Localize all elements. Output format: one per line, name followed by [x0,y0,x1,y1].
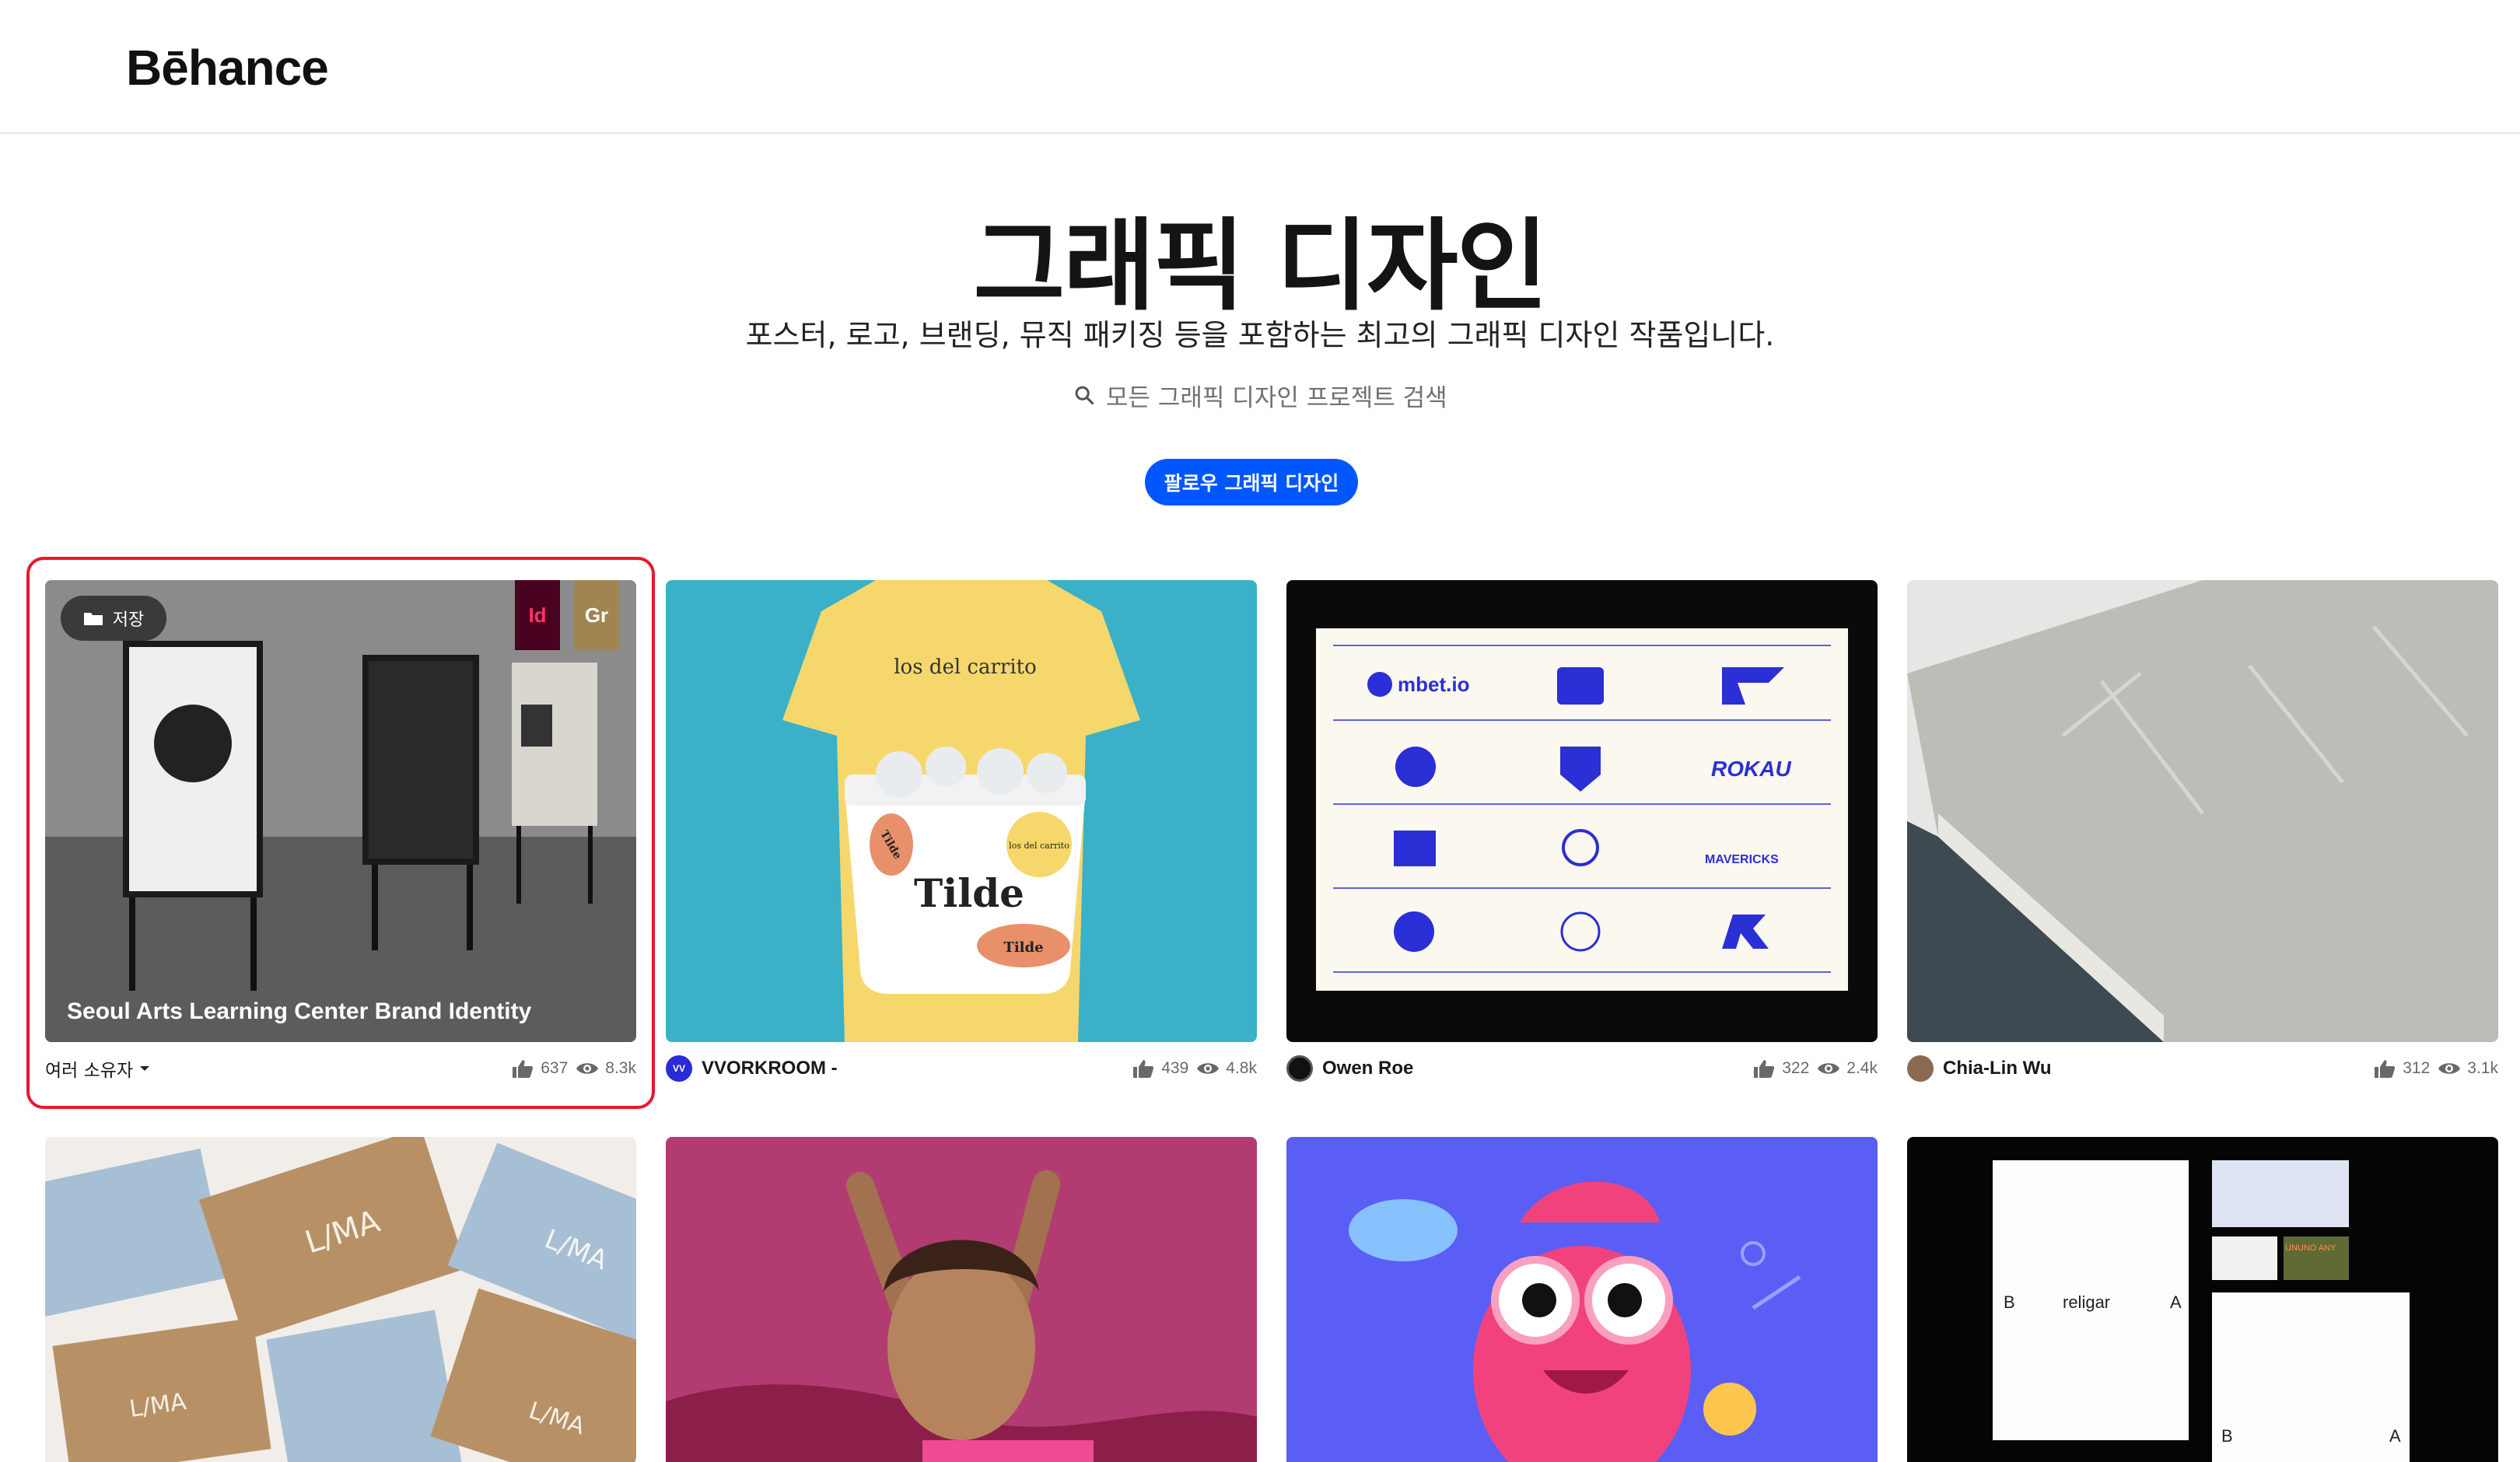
owner-dropdown[interactable]: 여러 소유자 [45,1055,150,1082]
project-image: los del carrito Tilde los del carrito Ti… [666,580,1257,1042]
thumbs-up-icon [1133,1060,1154,1078]
svg-text:A: A [2170,1292,2182,1312]
owner-link[interactable]: Chia-Lin Wu [1907,1055,2052,1082]
search-icon [1075,386,1094,405]
project-image: mbet.io ROKAU MAVERICKS [1286,580,1878,1042]
owner-name: 여러 소유자 [45,1061,134,1081]
svg-text:B: B [2221,1426,2233,1446]
svg-text:B: B [2004,1292,2015,1312]
project-stats: 637 8.3k [511,1058,636,1079]
svg-text:MAVERICKS: MAVERICKS [1705,853,1779,866]
view-count: 8.3k [605,1059,636,1077]
owner-link[interactable]: Owen Roe [1286,1055,1413,1082]
save-button[interactable]: 저장 [61,596,166,641]
project-stats: 439 4.8k [1132,1058,1257,1079]
owner-name: Chia-Lin Wu [1943,1058,2052,1079]
svg-text:A: A [2389,1426,2401,1446]
view-count: 2.4k [1846,1059,1878,1077]
project-thumbnail[interactable]: B religar A UNUNO ANY B A [1907,1137,2498,1462]
project-meta: Chia-Lin Wu 312 3.1k [1907,1053,2498,1084]
svg-text:los del carrito: los del carrito [894,656,1037,679]
view-count: 4.8k [1226,1059,1257,1077]
svg-text:los del carrito: los del carrito [1009,841,1069,851]
owner-name: VVORKROOM - [702,1058,838,1079]
svg-text:mbet.io: mbet.io [1398,673,1469,696]
project-image: B religar A UNUNO ANY B A [1907,1137,2498,1462]
page-title: 그래픽 디자인 [973,208,1548,324]
thumbs-up-icon [1754,1060,1775,1078]
page-subtitle: 포스터, 로고, 브랜딩, 뮤직 패키징 등을 포함하는 최고의 그래픽 디자인… [745,318,1775,352]
project-meta: VV VVORKROOM - 439 4.8k [666,1053,1257,1084]
project-title: Seoul Arts Learning Center Brand Identit… [67,999,532,1024]
project-thumbnail[interactable]: L/MA L/MA L/MA L/MA [45,1137,636,1462]
graphic-design-badge: Gr [574,580,619,650]
svg-text:religar: religar [2063,1292,2110,1312]
project-image: L/MA L/MA L/MA L/MA [45,1137,636,1462]
thumbs-up-icon [513,1060,534,1078]
top-bar: Bēhance [0,0,2520,134]
project-stats: 312 3.1k [2373,1058,2498,1079]
search-link[interactable]: 모든 그래픽 디자인 프로젝트 검색 [1073,376,1447,414]
like-count: 322 [1782,1059,1810,1077]
owner-link[interactable]: VV VVORKROOM - [666,1055,838,1082]
owner-name: Owen Roe [1322,1058,1414,1079]
eye-icon [576,1063,599,1074]
eye-icon [1818,1063,1840,1074]
folder-icon [83,613,103,625]
svg-text:Tilde: Tilde [914,870,1024,916]
svg-text:Tilde: Tilde [1003,939,1043,956]
project-image [1286,1137,1878,1462]
project-thumbnail[interactable]: los del carrito Tilde los del carrito Ti… [666,580,1257,1042]
view-count: 3.1k [2467,1059,2498,1077]
like-count: 637 [541,1059,569,1077]
indesign-badge: Id [515,580,560,650]
project-meta: 여러 소유자 637 8.3k [45,1053,636,1084]
like-count: 312 [2403,1059,2431,1077]
eye-icon [1197,1063,1220,1074]
search-text: 모든 그래픽 디자인 프로젝트 검색 [1106,383,1447,412]
project-meta: Owen Roe 322 2.4k [1286,1053,1878,1084]
chevron-down-icon [140,1066,150,1071]
project-stats: 322 2.4k [1752,1058,1878,1079]
avatar: VV [666,1055,692,1082]
save-label: 저장 [112,610,145,630]
project-thumbnail[interactable]: 저장 Id Gr Seoul Arts Learning Center Bran… [45,580,636,1042]
project-thumbnail[interactable] [1286,1137,1878,1462]
project-thumbnail[interactable]: mbet.io ROKAU MAVERICKS [1286,580,1878,1042]
avatar [1286,1055,1313,1082]
eye-icon [2438,1063,2461,1074]
avatar [1907,1055,1934,1082]
project-image [666,1137,1257,1462]
project-thumbnail[interactable] [1907,580,2498,1042]
follow-button[interactable]: 팔로우 그래픽 디자인 [1145,459,1358,505]
behance-logo[interactable]: Bēhance [126,39,329,96]
project-image [1907,580,2498,1042]
svg-text:ROKAU: ROKAU [1711,757,1791,781]
svg-text:UNUNO ANY: UNUNO ANY [2285,1243,2336,1253]
thumbs-up-icon [2375,1060,2396,1078]
project-thumbnail[interactable] [666,1137,1257,1462]
like-count: 439 [1161,1059,1189,1077]
